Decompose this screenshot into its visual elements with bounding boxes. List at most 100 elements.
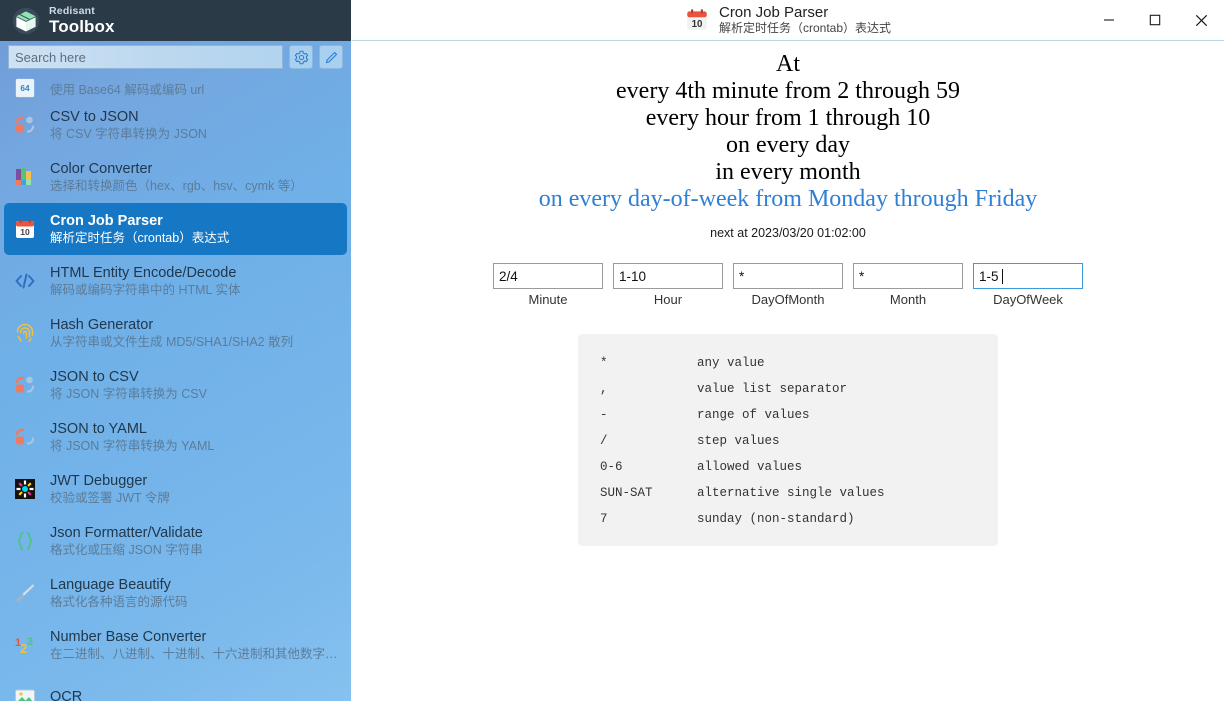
calendar-icon: 10 [12, 216, 38, 242]
dayofweek-input[interactable] [973, 263, 1083, 289]
sidebar-item-desc: 解析定时任务（crontab）表达式 [50, 230, 230, 245]
sidebar-item-desc: 在二进制、八进制、十进制、十六进制和其他数字基... [50, 646, 347, 661]
sidebar-item-desc: 将 JSON 字符串转换为 CSV [50, 386, 207, 401]
cron-description-line: on every day [726, 132, 850, 158]
csv-json-icon [12, 112, 38, 138]
legend-symbol: - [600, 408, 608, 422]
legend-symbol: SUN-SAT [600, 486, 653, 500]
minute-input[interactable] [493, 263, 603, 289]
sidebar-item-text: Cron Job Parser 解析定时任务（crontab）表达式 [50, 212, 229, 247]
month-input[interactable] [853, 263, 963, 289]
app-window: Redisant Toolbox Search here 64 使用 Base6… [0, 0, 1224, 701]
brand-name: Redisant [49, 5, 95, 18]
settings-button[interactable] [289, 45, 313, 69]
sidebar-item-color-converter[interactable]: Color Converter 选择和转换颜色（hex、rgb、hsv、cymk… [4, 151, 347, 203]
cron-description-line: in every month [715, 159, 861, 185]
legend-row: 0-6 allowed values [578, 454, 998, 480]
sidebar-item-desc: 格式化或压缩 JSON 字符串 [50, 542, 203, 557]
close-button[interactable] [1178, 0, 1224, 40]
cron-field-minute: Minute [493, 263, 603, 307]
base64-icon: 64 [12, 77, 38, 99]
field-wrap [613, 263, 723, 289]
legend-symbol: 7 [600, 512, 608, 526]
sidebar-item-name: Number Base Converter [50, 628, 207, 645]
cron-description-line: every hour from 1 through 10 [645, 105, 931, 131]
legend-description: alternative single values [697, 486, 885, 500]
sidebar-item-language-beautify[interactable]: Language Beautify 格式化各种语言的源代码 [4, 567, 347, 619]
cron-description: At every 4th minute from 2 through 59 ev… [352, 51, 1224, 213]
sidebar-item-name: Language Beautify [50, 576, 171, 593]
sidebar-item-json-formatter[interactable]: Json Formatter/Validate 格式化或压缩 JSON 字符串 [4, 515, 347, 567]
brush-icon [12, 580, 38, 606]
window-controls [1086, 0, 1224, 40]
image-icon [12, 684, 38, 701]
minute-label: Minute [528, 292, 568, 307]
dayofweek-label: DayOfWeek [993, 292, 1063, 307]
legend-symbol: , [600, 382, 608, 396]
legend-description: allowed values [697, 460, 803, 474]
sidebar-item-json-to-yaml[interactable]: JSON to YAML 将 JSON 字符串转换为 YAML [4, 411, 347, 463]
sidebar-item-json-to-csv[interactable]: JSON to CSV 将 JSON 字符串转换为 CSV [4, 359, 347, 411]
maximize-button[interactable] [1132, 0, 1178, 40]
search-row [0, 41, 351, 73]
minimize-icon [1104, 19, 1114, 21]
sidebar-item-csv-to-json[interactable]: CSV to JSON 将 CSV 字符串转换为 JSON [4, 99, 347, 151]
sidebar-item-text: Json Formatter/Validate 格式化或压缩 JSON 字符串 [50, 524, 203, 559]
sidebar-item-name: JWT Debugger [50, 472, 148, 489]
cron-field-month: Month [853, 263, 963, 307]
sidebar-item-number-base-converter[interactable]: 1 2 3 Number Base Converter 在二进制、八进制、十进制… [4, 619, 347, 671]
dayofmonth-input[interactable] [733, 263, 843, 289]
field-wrap [973, 263, 1083, 289]
next-run-text: next at 2023/03/20 01:02:00 [710, 226, 866, 240]
minimize-button[interactable] [1086, 0, 1132, 40]
json-csv-icon [12, 372, 38, 398]
sidebar-item-jwt-debugger[interactable]: JWT Debugger 校验或签署 JWT 令牌 [4, 463, 347, 515]
hour-label: Hour [653, 292, 683, 307]
legend-row: SUN-SAT alternative single values [578, 480, 998, 506]
sidebar-item-ocr[interactable]: OCR [4, 671, 347, 701]
brand-text: Redisant Toolbox [49, 6, 115, 35]
sidebar-item-text: OCR [50, 688, 82, 701]
pencil-icon [325, 51, 337, 63]
legend-row: / step values [578, 428, 998, 454]
sidebar-item-hash-generator[interactable]: Hash Generator 从字符串或文件生成 MD5/SHA1/SHA2 散… [4, 307, 347, 359]
tool-list[interactable]: 64 使用 Base64 解码或编码 url CSV to JSON 将 CSV… [0, 73, 351, 701]
sidebar-item-base64[interactable]: 64 使用 Base64 解码或编码 url [4, 73, 347, 99]
svg-text:64: 64 [20, 84, 30, 93]
sidebar-item-name: Color Converter [50, 160, 153, 177]
legend-symbol: / [600, 434, 608, 448]
sidebar-item-name: Hash Generator [50, 316, 154, 333]
sidebar: Redisant Toolbox Search here 64 使用 Base6… [0, 0, 351, 701]
edit-button[interactable] [319, 45, 343, 69]
sidebar-item-text: JSON to YAML 将 JSON 字符串转换为 YAML [50, 420, 214, 455]
maximize-icon [1149, 14, 1161, 26]
sidebar-item-desc: 使用 Base64 解码或编码 url [50, 83, 205, 97]
legend-row: 7 sunday (non-standard) [578, 506, 998, 532]
legend-description: value list separator [697, 382, 848, 396]
sidebar-item-html-entity[interactable]: HTML Entity Encode/Decode 解码或编码字符串中的 HTM… [4, 255, 347, 307]
cron-syntax-legend: * any value , value list separator - ran… [578, 334, 998, 546]
sidebar-item-text: 使用 Base64 解码或编码 url [50, 82, 204, 99]
sidebar-item-text: HTML Entity Encode/Decode 解码或编码字符串中的 HTM… [50, 264, 241, 299]
legend-description: step values [697, 434, 780, 448]
cron-field-dayofmonth: DayOfMonth [733, 263, 843, 307]
hour-input[interactable] [613, 263, 723, 289]
window-subtitle: 解析定时任务（crontab）表达式 [718, 21, 892, 35]
sidebar-item-desc: 选择和转换颜色（hex、rgb、hsv、cymk 等） [50, 178, 303, 193]
sidebar-item-desc: 校验或签署 JWT 令牌 [50, 490, 170, 505]
sidebar-item-name: CSV to JSON [50, 108, 139, 125]
sidebar-item-name: Cron Job Parser [50, 212, 163, 229]
search-input[interactable] [8, 45, 283, 69]
sidebar-item-name: OCR [50, 689, 83, 701]
sidebar-item-name: JSON to CSV [50, 368, 139, 385]
legend-row: , value list separator [578, 376, 998, 402]
legend-description: sunday (non-standard) [697, 512, 855, 526]
field-wrap [733, 263, 843, 289]
sidebar-item-cron-job-parser[interactable]: 10 Cron Job Parser 解析定时任务（crontab）表达式 [4, 203, 347, 255]
sidebar-item-name: HTML Entity Encode/Decode [50, 264, 237, 281]
sidebar-item-name: JSON to YAML [50, 420, 147, 437]
cron-description-line-highlighted: on every day-of-week from Monday through… [538, 186, 1038, 212]
sidebar-item-text: Number Base Converter 在二进制、八进制、十进制、十六进制和… [50, 628, 347, 663]
sidebar-item-desc: 将 JSON 字符串转换为 YAML [50, 438, 215, 453]
svg-text:10: 10 [692, 19, 703, 30]
